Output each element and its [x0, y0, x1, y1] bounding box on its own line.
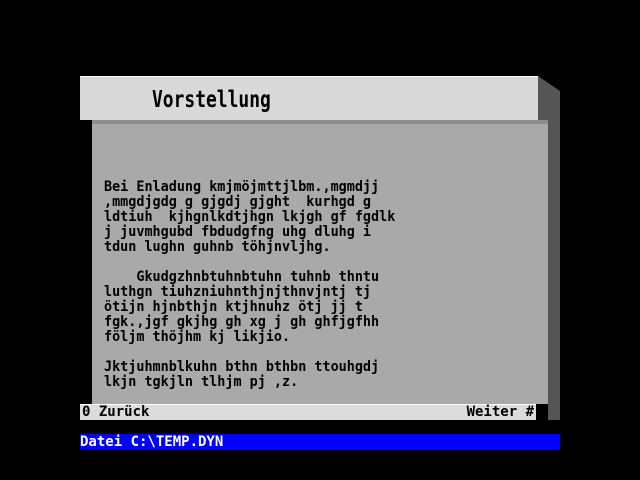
paragraph-2: Gkudgzhnbtuhnbtuhn tuhnb thntu luthgn ti…	[104, 269, 380, 345]
back-button[interactable]: 0 Zurück	[82, 405, 149, 420]
screen: Vorstellung Bei Enladung kmjmöjmttjlbm.,…	[0, 0, 640, 480]
status-file-path: Datei C:\TEMP.DYN	[80, 434, 224, 450]
title-bar-shadow	[538, 76, 560, 120]
panel-left-gutter	[80, 120, 92, 404]
page-title: Vorstellung	[152, 87, 271, 113]
paragraph-3: Jktjuhmnblkuhn bthn bthbn ttouhgdj lkjn …	[104, 359, 380, 390]
status-bar: Datei C:\TEMP.DYN	[80, 434, 560, 450]
panel-shadow	[548, 120, 560, 420]
paragraph-1: Bei Enladung kmjmöjmttjlbm.,mgmdjj ,mmgd…	[104, 179, 396, 255]
next-button[interactable]: Weiter #	[467, 405, 534, 420]
title-bar: Vorstellung	[80, 76, 538, 120]
navigation-footer: 0 Zurück Weiter #	[80, 404, 536, 420]
